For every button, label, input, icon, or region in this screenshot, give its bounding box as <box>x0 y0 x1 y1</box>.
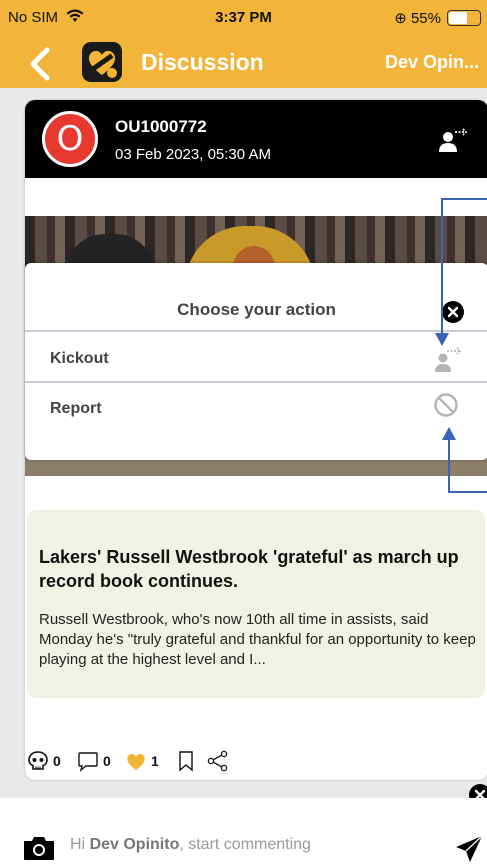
nav-bar: Discussion Dev Opin... <box>0 36 487 88</box>
battery-icon <box>447 10 481 26</box>
avatar[interactable]: O <box>42 111 98 167</box>
send-icon[interactable] <box>454 834 484 864</box>
report-option[interactable]: Report <box>50 400 102 418</box>
close-icon <box>447 306 459 318</box>
block-icon[interactable] <box>433 392 459 418</box>
comment-prefix: Hi <box>70 836 90 853</box>
user-id[interactable]: OU1000772 <box>115 117 207 137</box>
news-body: Russell Westbrook, who's now 10th all ti… <box>39 611 476 668</box>
news-title: Lakers' Russell Westbrook 'grateful' as … <box>39 547 459 591</box>
comment-user-name: Dev Opinito <box>89 836 180 853</box>
comment-button[interactable]: 0 <box>77 749 111 773</box>
kickout-user-icon[interactable] <box>427 341 465 375</box>
heart-count: 1 <box>151 753 159 769</box>
action-sheet-title: Choose your action <box>177 300 336 319</box>
battery-percent: ⊕ 55% <box>394 9 441 27</box>
post-header: O OU1000772 03 Feb 2023, 05:30 AM <box>25 100 487 178</box>
divider <box>25 381 487 383</box>
divider <box>25 330 487 332</box>
kickout-option[interactable]: Kickout <box>50 350 109 368</box>
like-button[interactable]: 1 <box>125 749 159 773</box>
heart-wave-logo-icon <box>88 50 117 78</box>
bookmark-icon <box>179 751 193 772</box>
group-name-link[interactable]: Dev Opin... <box>385 52 479 73</box>
post-date: 03 Feb 2023, 05:30 AM <box>115 146 271 163</box>
share-button[interactable] <box>207 749 229 773</box>
comment-input[interactable]: Hi Dev Opinito, start commenting <box>70 836 311 854</box>
skull-icon <box>28 751 48 770</box>
action-sheet: Choose your action Kickout Report <box>25 263 487 460</box>
comment-bar: Hi Dev Opinito, start commenting <box>0 798 487 867</box>
app-logo <box>82 42 122 82</box>
bookmark-button[interactable] <box>175 749 197 773</box>
skull-reaction-button[interactable]: 0 <box>27 749 61 773</box>
skull-count: 0 <box>53 753 61 769</box>
user-move-icon[interactable] <box>438 124 470 156</box>
comment-count: 0 <box>103 753 111 769</box>
battery-percent-label: 55% <box>410 10 441 27</box>
page-title: Discussion <box>141 49 264 75</box>
close-button[interactable] <box>442 301 464 323</box>
camera-icon[interactable] <box>22 834 56 862</box>
alarm-icon: ⊕ <box>394 10 407 27</box>
comment-suffix: , start commenting <box>179 836 311 853</box>
battery-level <box>449 12 467 24</box>
status-bar: No SIM 3:37 PM ⊕ 55% <box>0 0 487 36</box>
back-chevron-icon[interactable] <box>22 44 62 84</box>
news-preview[interactable]: Lakers' Russell Westbrook 'grateful' as … <box>27 510 485 698</box>
comment-bubble-icon <box>78 752 98 772</box>
heart-icon <box>127 753 145 770</box>
post-actions: 0 0 1 <box>25 745 487 775</box>
share-icon <box>207 750 228 772</box>
